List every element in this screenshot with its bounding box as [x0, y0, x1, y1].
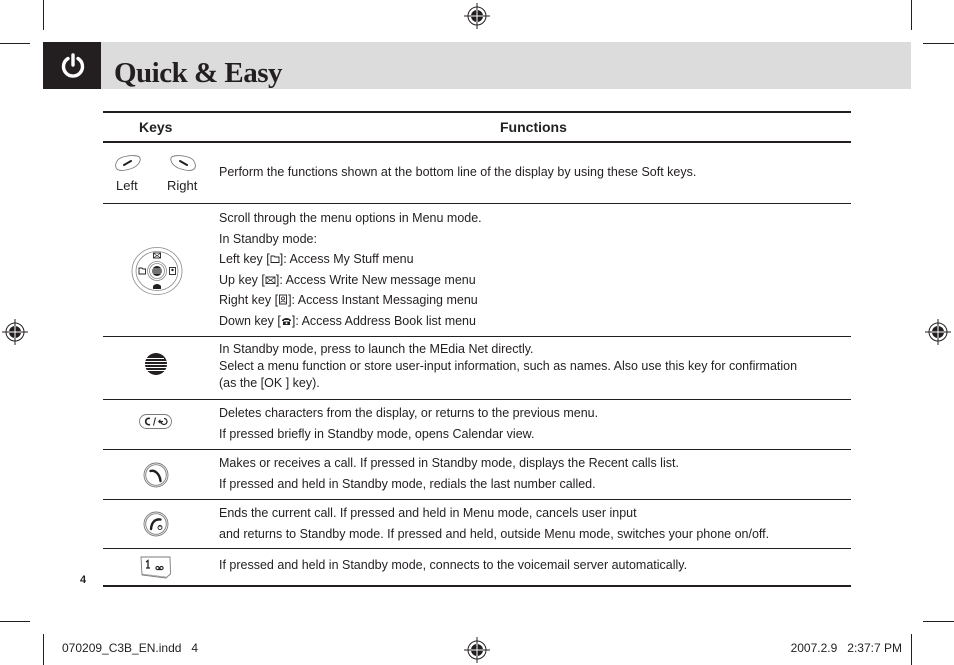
function-text: If pressed and held in Standby mode, con…	[219, 558, 688, 572]
att-globe-key-icon	[145, 353, 167, 375]
soft-key-right-label: Right	[167, 178, 198, 193]
row-divider	[103, 203, 851, 204]
column-header-keys: Keys	[139, 119, 173, 135]
function-text: In Standby mode, press to launch the MEd…	[219, 342, 798, 390]
soft-key-right-icon	[170, 155, 196, 171]
column-header-functions: Functions	[500, 119, 567, 135]
row-divider	[103, 449, 851, 450]
page-number: 4	[80, 574, 87, 586]
soft-key-left-icon	[115, 155, 141, 171]
page-title: Quick & Easy	[114, 57, 283, 89]
voicemail-key-1-icon	[140, 556, 171, 579]
clear-back-key-icon	[139, 414, 172, 429]
power-icon	[61, 53, 85, 78]
row-divider	[103, 499, 851, 500]
soft-key-left-label: Left	[116, 178, 138, 193]
table-header-rule	[103, 141, 851, 143]
function-text: Perform the functions shown at the botto…	[219, 165, 697, 179]
registration-mark-right	[925, 319, 951, 345]
crop-mark-bottom-right-h	[923, 621, 954, 622]
footer-timestamp: 2007.2.9 2:37:7 PM	[790, 641, 902, 655]
function-text: Scroll through the menu options in Menu …	[219, 211, 482, 328]
table-bottom-rule	[103, 585, 851, 587]
registration-mark-top	[464, 3, 490, 29]
registration-mark-bottom	[464, 637, 490, 663]
function-text: Deletes characters from the display, or …	[219, 406, 599, 441]
crop-mark-top-left-h	[0, 43, 30, 44]
crop-mark-bottom-left	[43, 634, 44, 665]
envelope-icon	[265, 276, 276, 284]
function-text: Makes or receives a call. If pressed in …	[219, 456, 679, 491]
function-text: Ends the current call. If pressed and he…	[219, 506, 770, 541]
send-call-key-icon	[143, 462, 169, 488]
contact-card-icon	[279, 294, 288, 305]
footer-file-name: 070209_C3B_EN.indd 4	[62, 641, 199, 655]
header-icon-box	[43, 42, 101, 89]
navigation-key-icon	[131, 247, 183, 295]
folder-icon	[270, 255, 280, 263]
table-top-rule	[103, 111, 851, 113]
crop-mark-top-right	[911, 0, 912, 30]
crop-mark-top-left	[43, 0, 44, 30]
row-divider	[103, 548, 851, 549]
end-power-key-icon	[143, 511, 169, 537]
row-divider	[103, 399, 851, 400]
row-divider	[103, 336, 851, 337]
phone-book-icon	[281, 317, 291, 325]
crop-mark-bottom-left-h	[0, 621, 30, 622]
crop-mark-bottom-right	[911, 634, 912, 665]
registration-mark-left	[2, 319, 28, 345]
crop-mark-top-right-h	[923, 43, 954, 44]
